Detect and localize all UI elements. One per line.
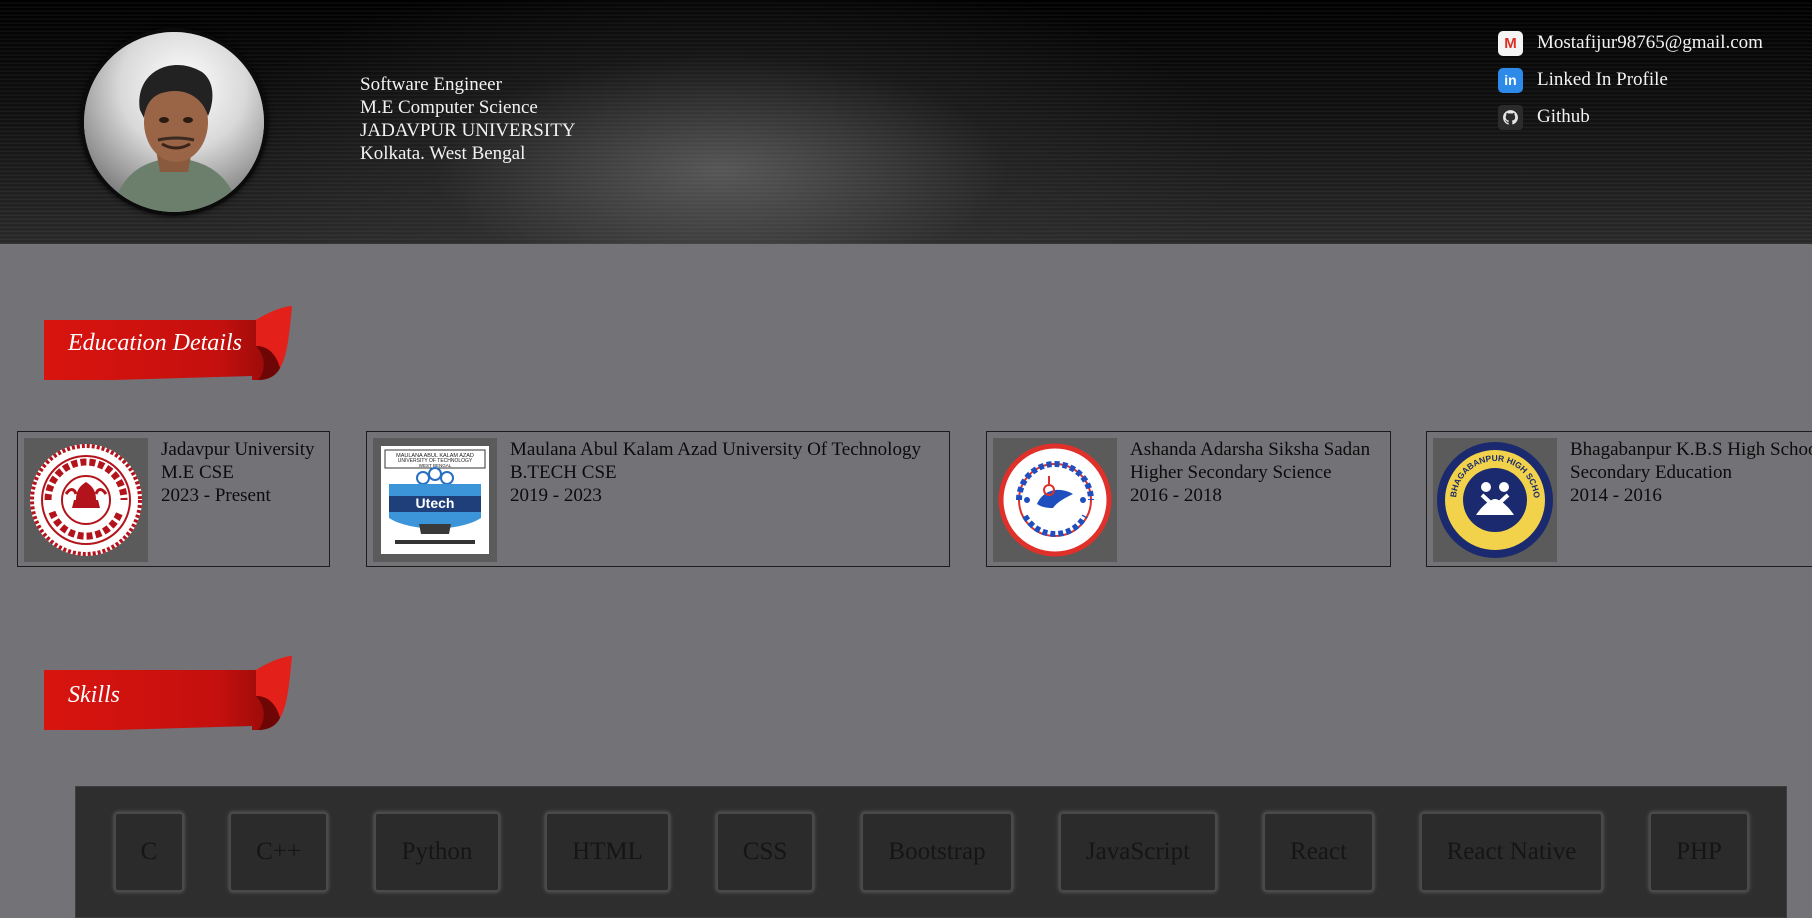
skill-tag: CSS <box>716 812 814 892</box>
skills-section-title: Skills <box>68 682 120 708</box>
profile-avatar <box>80 28 268 216</box>
skills-panel: C C++ Python HTML CSS Bootstrap JavaScri… <box>75 786 1787 918</box>
education-years: 2016 - 2018 <box>1130 485 1222 506</box>
education-details: Ashanda Adarsha Siksha Sadan Higher Seco… <box>1130 438 1370 560</box>
github-text[interactable]: Github <box>1537 106 1590 128</box>
jadavpur-university-logo <box>24 438 148 562</box>
skill-tag: C <box>114 812 184 892</box>
skill-tag: React Native <box>1420 812 1603 892</box>
education-years: 2023 - Present <box>161 485 271 506</box>
education-details: Bhagabanpur K.B.S High School Secondary … <box>1570 438 1812 560</box>
education-years: 2014 - 2016 <box>1570 485 1662 506</box>
location-line: Kolkata. West Bengal <box>360 143 526 164</box>
institution-name: Bhagabanpur K.B.S High School <box>1570 439 1812 460</box>
degree-name: B.TECH CSE <box>510 462 617 483</box>
skill-tag: PHP <box>1649 812 1749 892</box>
education-years: 2019 - 2023 <box>510 485 602 506</box>
university-line: JADAVPUR UNIVERSITY <box>360 120 576 141</box>
degree-name: Higher Secondary Science <box>1130 462 1332 483</box>
institution-name: Ashanda Adarsha Siksha Sadan <box>1130 439 1371 460</box>
profile-header: Software Engineer M.E Computer Science J… <box>0 0 1812 244</box>
education-section-ribbon: Education Details <box>44 306 294 380</box>
profile-info: Software Engineer M.E Computer Science J… <box>360 73 576 165</box>
github-link[interactable]: Github <box>1498 104 1763 130</box>
linkedin-link[interactable]: in Linked In Profile <box>1498 67 1763 93</box>
skills-section-ribbon: Skills <box>44 656 294 730</box>
degree-name: M.E CSE <box>161 462 234 483</box>
education-card: Jadavpur University M.E CSE 2023 - Prese… <box>17 431 330 567</box>
education-details: Maulana Abul Kalam Azad University Of Te… <box>510 438 921 560</box>
skill-tag: Python <box>374 812 500 892</box>
institution-name: Jadavpur University <box>161 439 315 460</box>
contact-links: M Mostafijur98765@gmail.com in Linked In… <box>1498 30 1763 141</box>
degree-name: Secondary Education <box>1570 462 1732 483</box>
gmail-icon: M <box>1498 30 1523 56</box>
degree-line: M.E Computer Science <box>360 97 538 118</box>
svg-text:Utech: Utech <box>416 495 455 511</box>
skill-tag: React <box>1263 812 1374 892</box>
github-icon <box>1498 104 1523 130</box>
skill-tag: Bootstrap <box>861 812 1013 892</box>
education-details: Jadavpur University M.E CSE 2023 - Prese… <box>161 438 315 560</box>
education-card: MAULANA ABUL KALAM AZAD UNIVERSITY OF TE… <box>366 431 950 567</box>
linkedin-icon: in <box>1498 67 1523 93</box>
institution-name: Maulana Abul Kalam Azad University Of Te… <box>510 439 921 460</box>
skill-tag: HTML <box>545 812 670 892</box>
ashanda-school-logo <box>993 438 1117 562</box>
skill-tag: C++ <box>229 812 328 892</box>
education-card: BHAGABANPUR HIGH SCHOOL (H.S) Bhagabanpu… <box>1426 431 1812 567</box>
education-card: Ashanda Adarsha Siksha Sadan Higher Seco… <box>986 431 1391 567</box>
education-section-title: Education Details <box>68 330 242 356</box>
job-title: Software Engineer <box>360 74 502 95</box>
email-text[interactable]: Mostafijur98765@gmail.com <box>1537 32 1763 54</box>
linkedin-text[interactable]: Linked In Profile <box>1537 69 1668 91</box>
email-link[interactable]: M Mostafijur98765@gmail.com <box>1498 30 1763 56</box>
bhagabanpur-school-logo: BHAGABANPUR HIGH SCHOOL (H.S) <box>1433 438 1557 562</box>
makaut-logo: MAULANA ABUL KALAM AZAD UNIVERSITY OF TE… <box>373 438 497 562</box>
skill-tag: JavaScript <box>1059 812 1217 892</box>
